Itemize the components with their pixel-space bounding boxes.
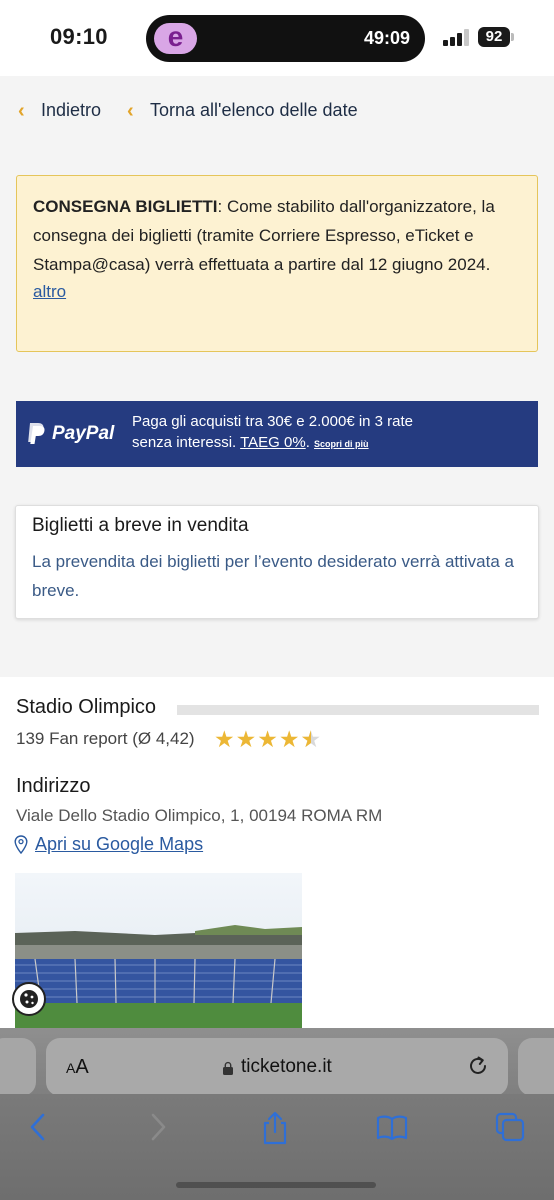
paypal-more-link[interactable]: Scopri di più: [314, 439, 369, 449]
star-half-icon: ★★: [300, 726, 323, 752]
ticket-delivery-notice: CONSEGNA BIGLIETTI: Come stabilito dall'…: [16, 175, 538, 352]
stadium-image: [15, 873, 302, 1028]
paypal-line2-dot: .: [305, 434, 315, 451]
cookie-icon: [20, 990, 38, 1008]
notice-more-link[interactable]: altro: [33, 282, 521, 302]
paypal-line1: Paga gli acquisti tra 30€ e 2.000€ in 3 …: [132, 413, 414, 430]
rating-stars: ★★★★★★: [214, 726, 322, 753]
tickets-soon-card: Biglietti a breve in vendita La prevendi…: [15, 505, 539, 619]
chevron-left-icon: ‹: [18, 100, 25, 122]
next-tab-preview[interactable]: [518, 1038, 554, 1096]
star-icon: ★: [235, 726, 258, 752]
venue-name: Stadio Olimpico: [16, 696, 157, 718]
venue-divider: [177, 705, 539, 715]
star-icon: ★: [257, 726, 279, 752]
google-maps-link[interactable]: Apri su Google Maps: [35, 834, 203, 855]
app-badge-icon: e: [154, 23, 197, 54]
home-indicator: [176, 1182, 376, 1188]
previous-tab-preview[interactable]: [0, 1038, 36, 1096]
url-field[interactable]: AA ticketone.it: [46, 1038, 508, 1096]
breadcrumb-nav: ‹ Indietro ‹ Torna all'elenco delle date: [0, 76, 554, 146]
cookie-settings-button[interactable]: [12, 982, 46, 1016]
paypal-logo-icon: [28, 423, 45, 444]
share-icon[interactable]: [260, 1110, 290, 1146]
back-link[interactable]: Indietro: [41, 100, 101, 121]
star-icon: ★: [278, 726, 301, 752]
chevron-right-icon[interactable]: [146, 1110, 170, 1144]
tickets-soon-text: La prevendita dei biglietti per l’evento…: [32, 552, 514, 600]
lock-icon: [223, 1061, 233, 1075]
paypal-line2-prefix: senza interessi.: [132, 434, 241, 451]
battery-tip: [511, 33, 514, 41]
paypal-line2: senza interessi. TAEG 0%. Scopri di più: [132, 434, 369, 451]
status-time: 09:10: [50, 24, 108, 49]
address-heading: Indirizzo: [16, 775, 91, 797]
browser-toolbar: [0, 1094, 554, 1200]
status-bar: 09:10 e 49:09 92: [0, 0, 554, 76]
address-text: Viale Dello Stadio Olimpico, 1, 00194 RO…: [16, 806, 383, 825]
reload-icon[interactable]: [466, 1053, 490, 1079]
aa-large: A: [75, 1056, 89, 1078]
notice-title: CONSEGNA BIGLIETTI: [33, 197, 218, 216]
fan-report-link[interactable]: 139 Fan report (Ø 4,42): [16, 729, 195, 749]
notice-text: CONSEGNA BIGLIETTI: Come stabilito dall'…: [33, 192, 521, 279]
star-icon: ★: [214, 726, 236, 752]
tabs-icon[interactable]: [494, 1110, 526, 1144]
map-pin-icon: [14, 835, 28, 854]
signal-icon: [443, 28, 471, 46]
reader-settings-button[interactable]: AA: [66, 1056, 89, 1079]
paypal-wordmark: PayPal: [52, 423, 115, 444]
battery-icon: 92: [478, 27, 510, 47]
dates-list-link[interactable]: Torna all'elenco delle date: [150, 100, 358, 121]
taeg-link[interactable]: TAEG 0%: [240, 434, 306, 451]
book-icon[interactable]: [375, 1110, 409, 1144]
dynamic-island[interactable]: e 49:09: [146, 15, 425, 62]
island-timer: 49:09: [363, 28, 410, 48]
chevron-left-icon: ‹: [127, 100, 134, 122]
tickets-soon-title: Biglietti a breve in vendita: [32, 515, 249, 536]
aa-small: A: [66, 1060, 76, 1076]
chevron-left-icon[interactable]: [26, 1110, 50, 1144]
paypal-banner[interactable]: PayPal Paga gli acquisti tra 30€ e 2.000…: [16, 401, 538, 467]
url-text: ticketone.it: [241, 1056, 332, 1077]
